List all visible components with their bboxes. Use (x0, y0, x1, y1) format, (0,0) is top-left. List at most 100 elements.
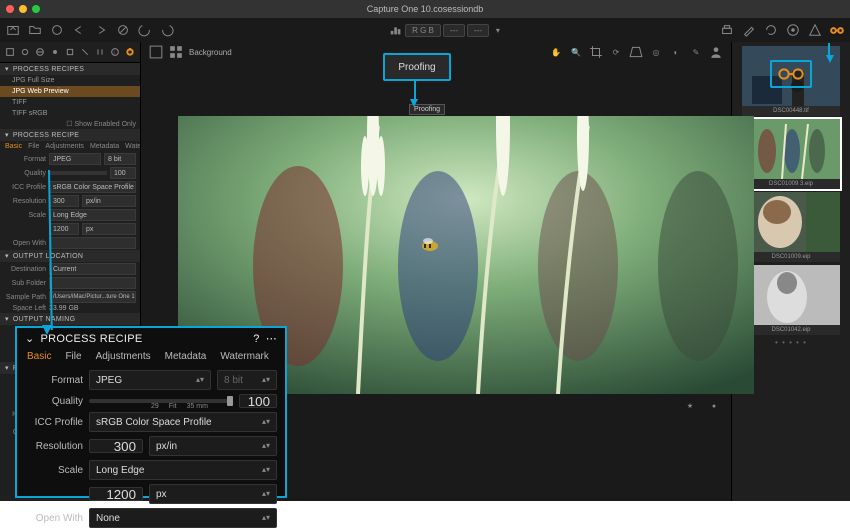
fit-button[interactable]: Fit (169, 403, 177, 410)
mask-tool-icon[interactable]: ◐ (669, 45, 683, 59)
star-rating-icon[interactable]: ★ (683, 399, 697, 413)
resolution-input[interactable] (89, 439, 143, 453)
chevron-down-icon: ⌄ (25, 332, 35, 345)
tab-basic[interactable]: Basic (27, 351, 51, 362)
thumb-selected[interactable]: DSC01009 3.eip (742, 119, 840, 189)
scale-px-unit-select[interactable]: px▴▾ (149, 484, 277, 504)
icc-select[interactable]: sRGB Color Space Profile (49, 181, 136, 193)
show-enabled-checkbox[interactable]: ☐ Show Enabled Only (66, 120, 136, 128)
tab-adjustments[interactable]: Adjustments (45, 143, 84, 150)
recipe-subtabs: Basic File Adjustments Metadata Watermar… (0, 141, 140, 152)
metadata-tab-icon[interactable]: i (111, 45, 119, 59)
recipe-item[interactable]: JPG Full Size (0, 75, 140, 86)
recipe-item[interactable]: TIFF sRGB (0, 108, 140, 119)
process-icon[interactable] (786, 23, 800, 37)
zoom-value[interactable]: 29 (151, 403, 159, 410)
output-tab-icon[interactable] (126, 45, 134, 59)
reset-icon[interactable] (116, 23, 130, 37)
close-window-button[interactable] (6, 5, 14, 13)
tool-tabs: i (0, 42, 140, 63)
redo-icon[interactable] (94, 23, 108, 37)
tab-metadata[interactable]: Metadata (90, 143, 119, 150)
subfolder-input[interactable] (49, 277, 136, 289)
thumb[interactable]: DSC01042.eip (742, 265, 840, 335)
resolution-unit-select[interactable]: px/in▴▾ (149, 436, 277, 456)
scale-select[interactable]: Long Edge (49, 209, 136, 221)
details-tab-icon[interactable] (66, 45, 74, 59)
zoom-tool-icon[interactable]: 🔍 (569, 45, 583, 59)
undo-icon[interactable] (72, 23, 86, 37)
thumb[interactable]: DSC01009.eip (742, 192, 840, 262)
scale-px-input[interactable]: 1200 (49, 223, 79, 235)
view-single-icon[interactable] (149, 45, 163, 59)
tab-basic[interactable]: Basic (5, 143, 22, 150)
format-select[interactable]: JPEG▴▾ (89, 370, 211, 390)
sample-path: /Users/iMac/Pictur...ture One 10/Output (49, 291, 136, 303)
refresh-icon[interactable] (764, 23, 778, 37)
scale-px-unit[interactable]: px (82, 223, 136, 235)
keystone-tool-icon[interactable] (629, 45, 643, 59)
proofing-callout: Proofing (383, 53, 451, 81)
recipe-item[interactable]: TIFF (0, 97, 140, 108)
view-grid-icon[interactable] (169, 45, 183, 59)
capture-icon[interactable] (50, 23, 64, 37)
menu-dots-icon[interactable]: ⋯ (266, 332, 277, 345)
histogram-icon[interactable] (389, 23, 403, 37)
lens-tab-icon[interactable] (21, 45, 29, 59)
tab-watermark[interactable]: Watermark (125, 143, 141, 150)
tab-file[interactable]: File (28, 143, 39, 150)
destination-select[interactable]: Current (49, 263, 136, 275)
traffic-lights (6, 5, 40, 13)
proofing-glasses-icon[interactable] (830, 23, 844, 37)
scale-px-input[interactable] (89, 487, 143, 501)
output-naming-header[interactable]: ▾ OUTPUT NAMING (0, 313, 140, 325)
fullscreen-button[interactable] (32, 5, 40, 13)
process-recipe-header[interactable]: ▾ PROCESS RECIPE (0, 129, 140, 141)
print-icon[interactable] (720, 23, 734, 37)
color-tag-icon[interactable]: ● (707, 399, 721, 413)
resolution-unit[interactable]: px/in (82, 195, 136, 207)
tab-metadata[interactable]: Metadata (165, 351, 207, 362)
user-icon[interactable] (709, 45, 723, 59)
dropdown-icon[interactable]: ▾ (491, 23, 505, 37)
output-location-header[interactable]: ▾ OUTPUT LOCATION (0, 250, 140, 262)
hand-tool-icon[interactable]: ✋ (549, 45, 563, 59)
callout-header[interactable]: ⌄ PROCESS RECIPE ? ⋯ (17, 328, 285, 349)
quality-value[interactable]: 100 (110, 167, 136, 179)
exposure-tab-icon[interactable] (51, 45, 59, 59)
openwith-select[interactable]: None▴▾ (89, 508, 277, 528)
scale-select[interactable]: Long Edge▴▾ (89, 460, 277, 480)
adjust-tab-icon[interactable] (96, 45, 104, 59)
import-icon[interactable] (6, 23, 20, 37)
icc-select[interactable]: sRGB Color Space Profile▴▾ (89, 412, 277, 432)
local-tab-icon[interactable] (81, 45, 89, 59)
tab-adjustments[interactable]: Adjustments (96, 351, 151, 362)
edit-icon[interactable] (742, 23, 756, 37)
top-toolbar: R G B --- --- ▾ (0, 18, 850, 43)
resolution-input[interactable]: 300 (49, 195, 79, 207)
crop-tool-icon[interactable] (589, 45, 603, 59)
rotate-left-icon[interactable] (138, 23, 152, 37)
bit-select[interactable]: 8 bit▴▾ (217, 370, 277, 390)
format-select[interactable]: JPEG (49, 153, 101, 165)
color-tab-icon[interactable] (36, 45, 44, 59)
folder-icon[interactable] (28, 23, 42, 37)
help-icon[interactable]: ? (253, 333, 259, 345)
quality-slider[interactable] (49, 171, 107, 175)
spot-tool-icon[interactable]: ◎ (649, 45, 663, 59)
window-title: Capture One 10.cosessiondb (0, 4, 850, 14)
bit-select[interactable]: 8 bit (104, 153, 136, 165)
picker-tool-icon[interactable]: ✎ (689, 45, 703, 59)
tab-watermark[interactable]: Watermark (220, 351, 269, 362)
minimize-window-button[interactable] (19, 5, 27, 13)
rotate-tool-icon[interactable]: ⟳ (609, 45, 623, 59)
layer-select[interactable]: Background (189, 48, 232, 57)
openwith-select[interactable] (49, 237, 136, 249)
rotate-right-icon[interactable] (160, 23, 174, 37)
warning-icon[interactable] (808, 23, 822, 37)
titlebar: Capture One 10.cosessiondb (0, 0, 850, 18)
library-tab-icon[interactable] (6, 45, 14, 59)
tab-file[interactable]: File (65, 351, 81, 362)
process-recipes-header[interactable]: ▾ PROCESS RECIPES (0, 63, 140, 75)
recipe-item-selected[interactable]: JPG Web Preview (0, 86, 140, 97)
